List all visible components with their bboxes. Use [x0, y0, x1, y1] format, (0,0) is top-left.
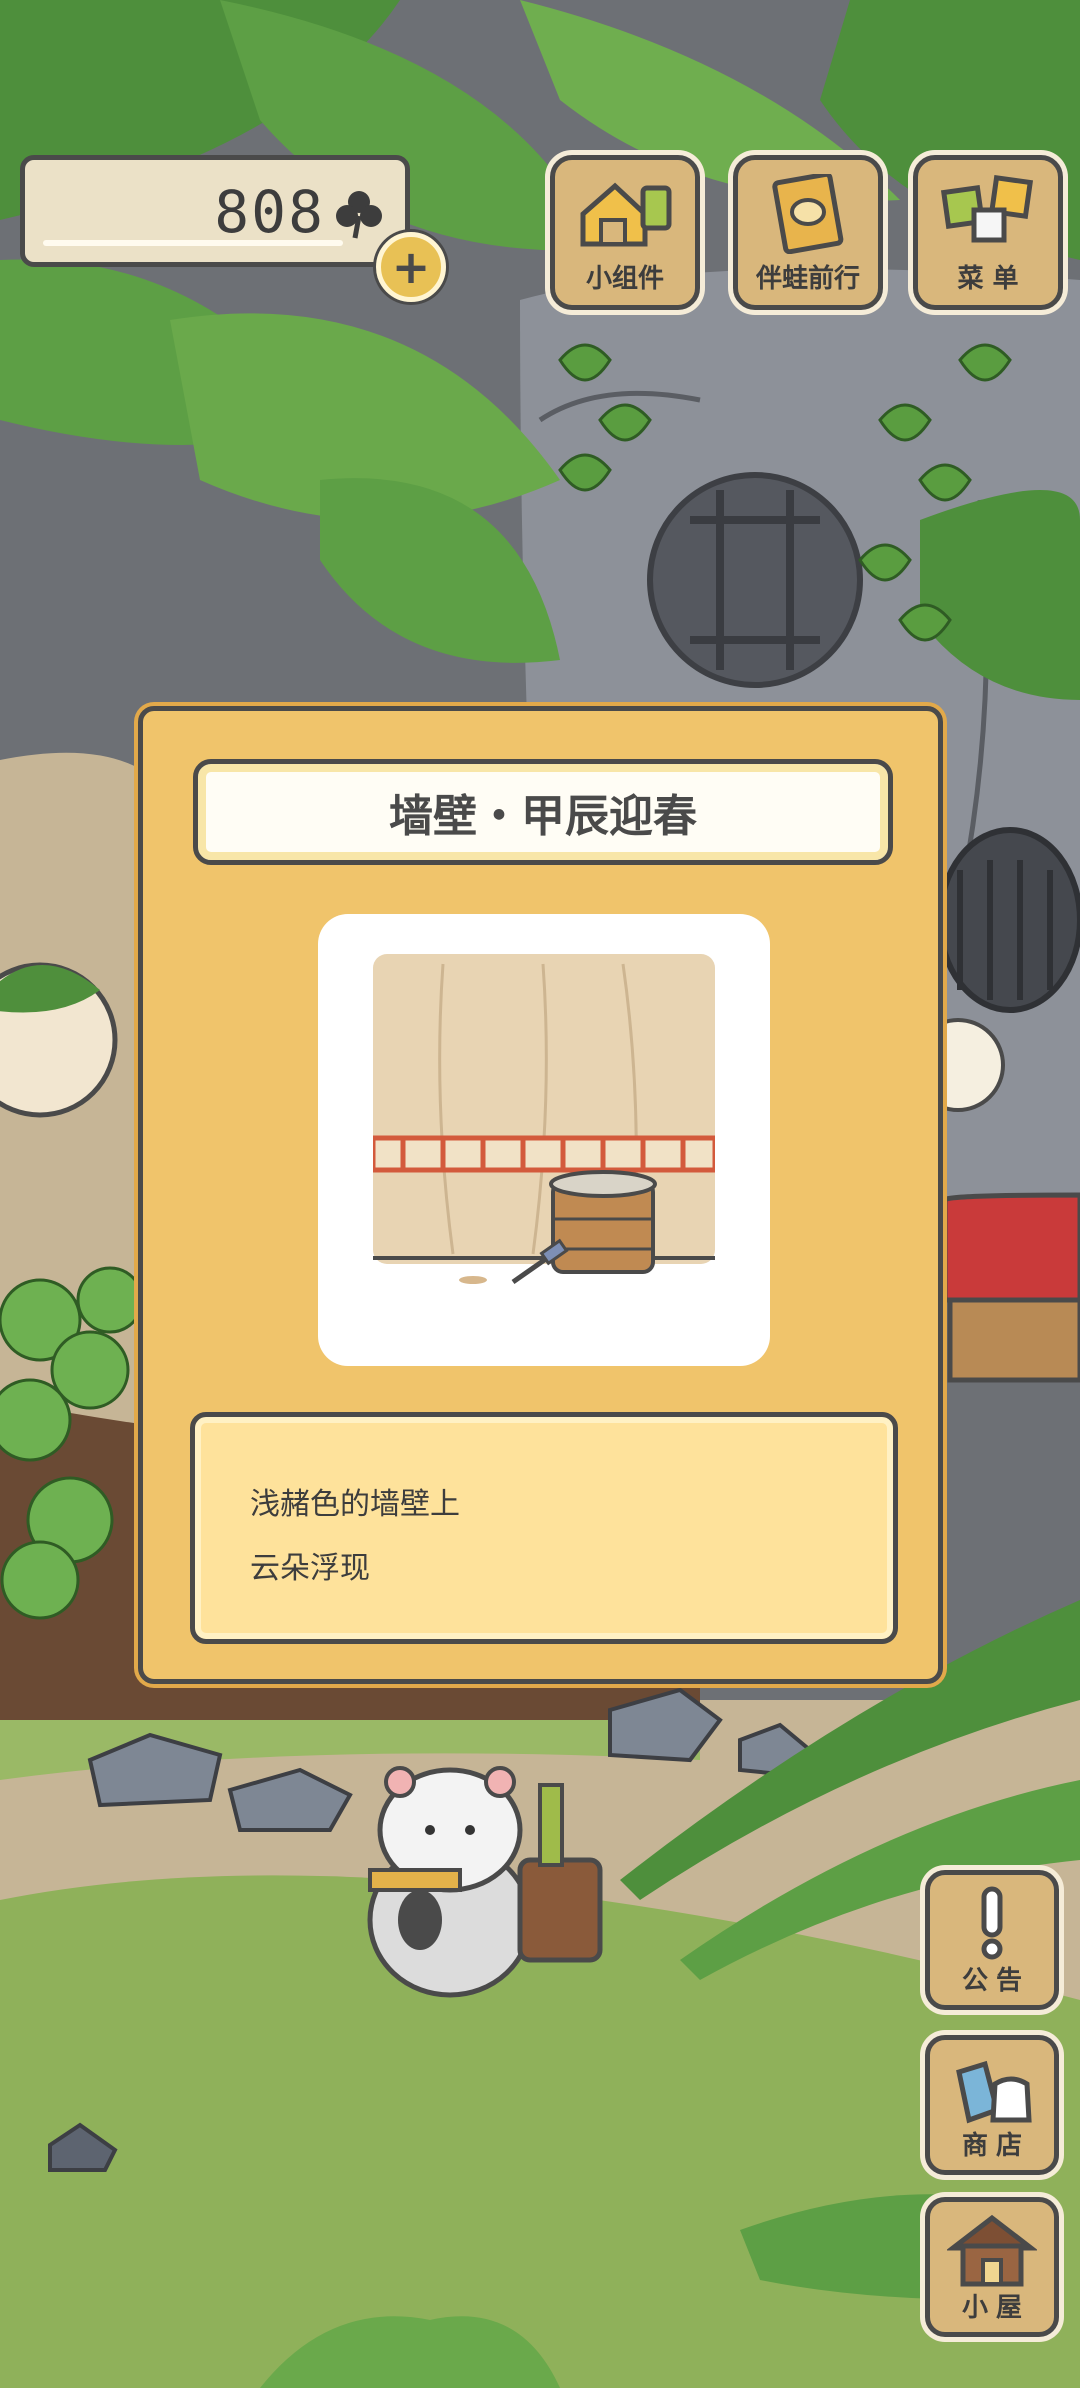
- shop-label: 商店: [961, 2131, 1030, 2161]
- item-image-frame: [318, 914, 770, 1366]
- item-description-box: 浅赭色的墙壁上 云朵浮现: [190, 1412, 898, 1644]
- shop-bags-icon: [956, 2060, 1032, 2124]
- add-clover-button[interactable]: +: [376, 232, 446, 302]
- widget-icon: [580, 182, 672, 247]
- house-label: 小屋: [961, 2293, 1030, 2323]
- menu-button[interactable]: 菜 单: [913, 155, 1063, 310]
- house-button[interactable]: 小屋: [925, 2197, 1059, 2337]
- journey-button[interactable]: 伴蛙前行: [733, 155, 883, 310]
- shop-button[interactable]: 商店: [925, 2035, 1059, 2175]
- item-title: 墙壁・甲辰迎春: [193, 759, 893, 865]
- notice-button[interactable]: 公告: [925, 1870, 1059, 2010]
- clover-amount: 808: [214, 178, 325, 246]
- notice-label: 公告: [961, 1966, 1030, 1996]
- item-description-line: 云朵浮现: [250, 1551, 370, 1586]
- exclamation-icon: [981, 1886, 1003, 1960]
- counter-underline: [43, 240, 343, 246]
- widget-label: 小组件: [585, 264, 664, 294]
- house-icon: [947, 2214, 1037, 2287]
- plus-icon: +: [391, 240, 431, 294]
- menu-label: 菜 单: [957, 264, 1019, 294]
- clover-icon: [336, 191, 382, 239]
- menu-cards-icon: [940, 174, 1034, 243]
- journey-book-icon: [772, 174, 844, 254]
- wall-bucket-brush-illustration: [373, 954, 715, 1285]
- journey-label: 伴蛙前行: [755, 264, 860, 294]
- widget-button[interactable]: 小组件: [550, 155, 700, 310]
- item-detail-card[interactable]: 墙壁・甲辰迎春 浅赭色的墙壁上 云朵浮现: [138, 706, 943, 1684]
- item-description-line: 浅赭色的墙壁上: [250, 1487, 460, 1522]
- clover-counter: 808: [20, 155, 410, 267]
